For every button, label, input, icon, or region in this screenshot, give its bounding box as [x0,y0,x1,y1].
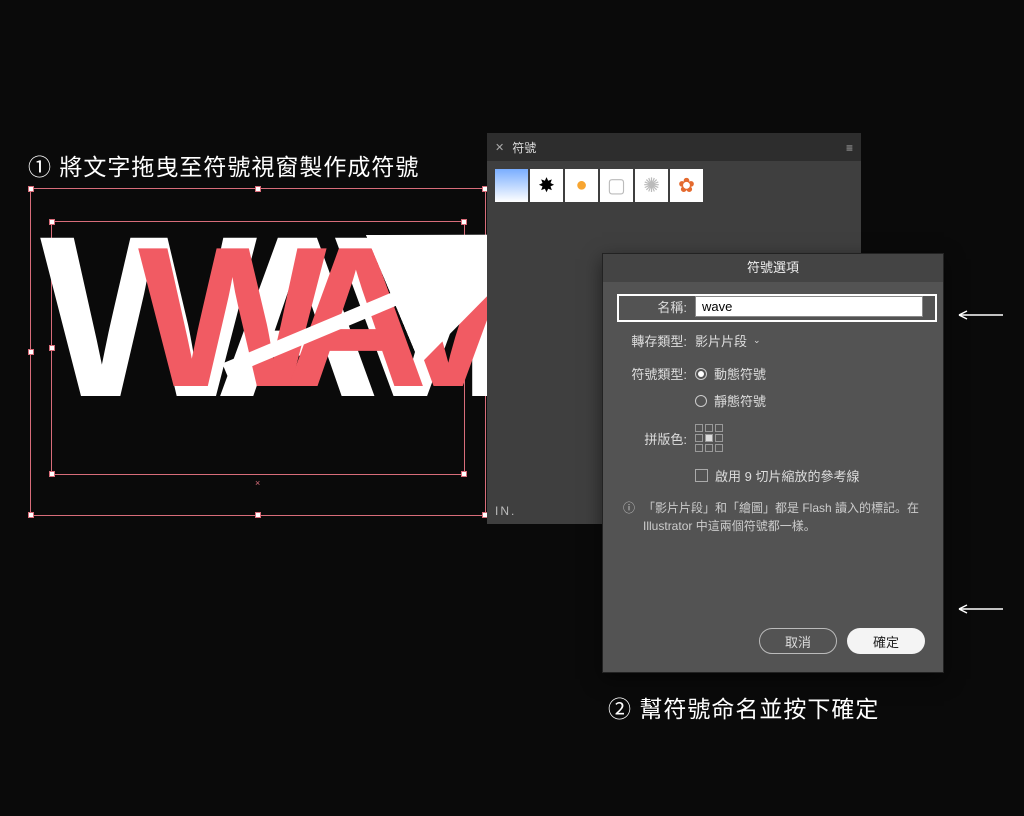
info-icon: ⓘ [623,499,635,535]
selection-handle[interactable] [28,186,34,192]
radio-label: 動態符號 [714,364,766,383]
close-icon[interactable]: ✕ [495,141,504,154]
radio-dynamic-symbol[interactable]: 動態符號 [695,364,766,383]
name-input[interactable] [695,296,923,317]
symbol-options-dialog: 符號選項 名稱: 轉存類型: 影片片段 ⌄ 符號類型: 動態符號 靜態符號 [602,253,944,673]
radio-label: 靜態符號 [714,391,766,410]
step-2-annotation: ② 幫符號命名並按下確定 [608,690,879,724]
annotation-arrow-icon [955,601,1003,617]
symbol-swatch[interactable] [495,169,528,202]
registration-label: 拼版色: [623,429,687,448]
checkbox-icon [695,469,708,482]
selection-handle[interactable] [461,471,467,477]
dialog-title: 符號選項 [603,254,943,282]
symbols-tab[interactable]: 符號 [512,139,536,156]
selection-handle[interactable] [28,512,34,518]
symbols-panel-header: ✕ 符號 ≡ [487,133,861,161]
selection-handle[interactable] [28,349,34,355]
panel-menu-icon[interactable]: ≡ [846,141,853,155]
radio-static-symbol[interactable]: 靜態符號 [695,391,766,410]
ok-button[interactable]: 確定 [847,628,925,654]
name-label: 名稱: [623,297,687,316]
selection-handle[interactable] [49,471,55,477]
selection-handle[interactable] [255,512,261,518]
chevron-down-icon: ⌄ [753,335,761,346]
checkbox-label: 啟用 9 切片縮放的參考線 [715,466,859,485]
nine-slice-checkbox[interactable]: 啟用 9 切片縮放的參考線 [695,466,859,485]
radio-icon [695,395,707,407]
export-type-value: 影片片段 [695,331,747,350]
panel-footer: IN. [495,504,516,518]
annotation-arrow-icon [955,307,1003,323]
export-type-dropdown[interactable]: 影片片段 ⌄ [695,331,761,350]
symbol-swatch[interactable]: ✸ [530,169,563,202]
symbol-swatch[interactable]: ▢ [600,169,633,202]
center-marker: × [255,478,261,484]
info-text: 「影片片段」和「繪圖」都是 Flash 讀入的標記。在 Illustrator … [643,499,923,535]
symbol-type-label: 符號類型: [623,364,687,383]
cancel-button[interactable]: 取消 [759,628,837,654]
export-type-label: 轉存類型: [623,331,687,350]
symbol-swatch[interactable]: ✿ [670,169,703,202]
step-1-annotation: ① 將文字拖曳至符號視窗製作成符號 [28,148,419,182]
symbol-swatch[interactable]: ✺ [635,169,668,202]
registration-grid[interactable] [695,424,723,452]
symbol-swatch[interactable]: ● [565,169,598,202]
radio-icon [695,368,707,380]
symbol-swatches: ✸ ● ▢ ✺ ✿ [487,161,861,210]
